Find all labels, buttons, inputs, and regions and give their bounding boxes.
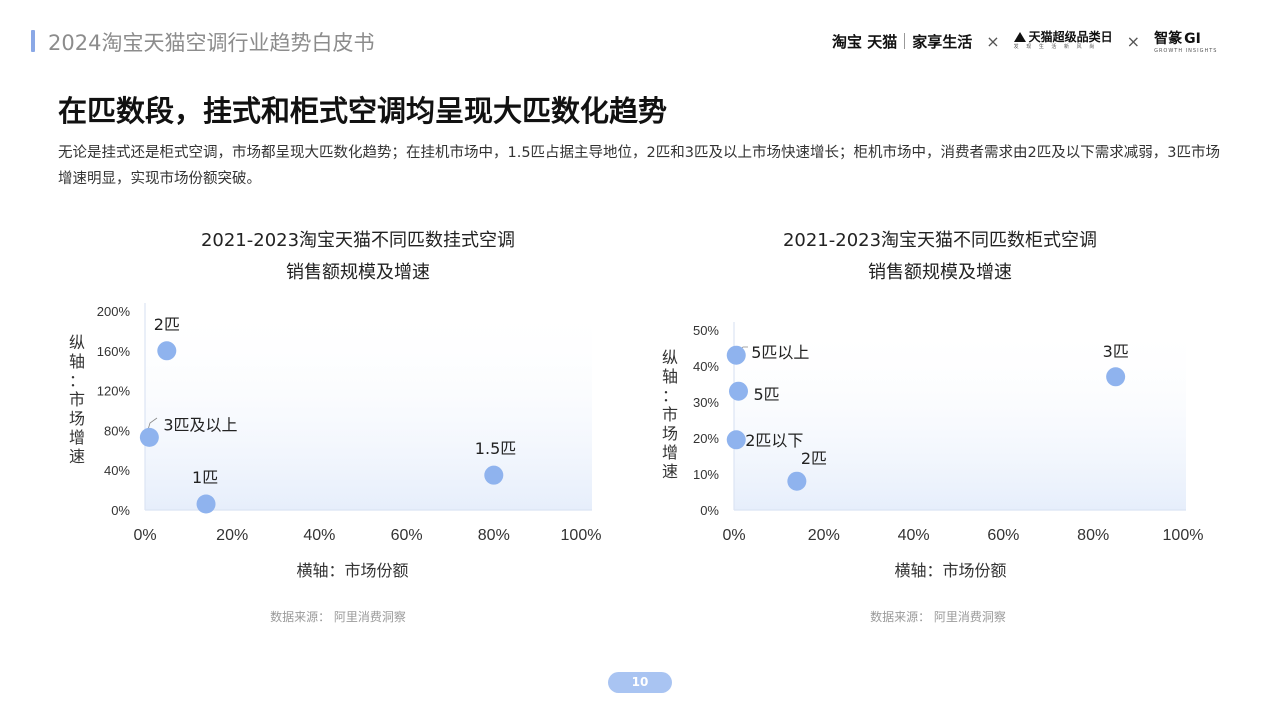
chart1-y-tick-label: 0% <box>111 503 130 518</box>
chart1-y-tick-label: 120% <box>97 384 131 399</box>
chart1-point-label: 1.5匹 <box>475 439 516 458</box>
chart2-x-tick-label: 60% <box>987 527 1019 544</box>
chart1-x-tick-label: 0% <box>133 527 156 544</box>
chart2-point <box>726 430 746 450</box>
chart2-plot: 0% 10% 20% 30% 40% 50% 0% 20% 40% 60% 80% 100% 5匹以上 5… <box>693 322 1203 544</box>
chart1-y-tick-label: 40% <box>104 463 130 478</box>
chart1-point-label: 3匹及以上 <box>163 415 237 434</box>
chart1-point <box>139 427 159 447</box>
chart1-point <box>484 465 504 485</box>
chart1-x-tick-label: 80% <box>478 527 510 544</box>
chart2-x-tick-label: 20% <box>808 527 840 544</box>
chart2-y-tick-label: 0% <box>700 503 719 518</box>
chart2-point-label: 3匹 <box>1103 342 1129 361</box>
chart2-y-tick-label: 20% <box>693 431 719 446</box>
chart1-point <box>196 494 216 514</box>
chart1-point-label: 1匹 <box>192 468 218 487</box>
chart1-y-tick-label: 80% <box>104 423 130 438</box>
chart1-x-tick-label: 20% <box>216 527 248 544</box>
chart1-x-tick-label: 40% <box>303 527 335 544</box>
chart2-y-tick-label: 10% <box>693 467 719 482</box>
chart2-point-label: 2匹以下 <box>745 431 803 450</box>
chart2-y-tick-label: 50% <box>693 323 719 338</box>
chart2-y-tick-label: 30% <box>693 395 719 410</box>
chart1-plot: 0% 40% 80% 120% 160% 200% 0% 20% 40% 60% 80% 100% 2匹… <box>97 303 602 544</box>
chart1-y-tick-label: 200% <box>97 304 131 319</box>
chart1-x-tick-label: 100% <box>561 527 602 544</box>
chart1-point <box>157 341 177 361</box>
chart2-x-tick-label: 100% <box>1163 527 1204 544</box>
chart2-point <box>728 381 748 401</box>
chart1-point-label: 2匹 <box>154 315 180 334</box>
chart2-point-label: 5匹 <box>753 385 779 404</box>
chart2-point-label: 2匹 <box>801 449 827 468</box>
chart2-point-label: 5匹以上 <box>751 343 809 362</box>
chart2-point <box>726 345 746 365</box>
chart1-x-tick-label: 60% <box>391 527 423 544</box>
chart2-x-tick-label: 80% <box>1077 527 1109 544</box>
chart2-point <box>787 471 807 491</box>
scatter-charts: 0% 40% 80% 120% 160% 200% 0% 20% 40% 60% 80% 100% 2匹… <box>97 303 1203 544</box>
chart2-x-tick-label: 0% <box>722 527 745 544</box>
chart2-x-tick-label: 40% <box>898 527 930 544</box>
chart1-y-tick-label: 160% <box>97 344 131 359</box>
chart2-point <box>1106 367 1126 387</box>
chart2-y-tick-label: 40% <box>693 359 719 374</box>
page-number: 10 <box>608 672 672 693</box>
